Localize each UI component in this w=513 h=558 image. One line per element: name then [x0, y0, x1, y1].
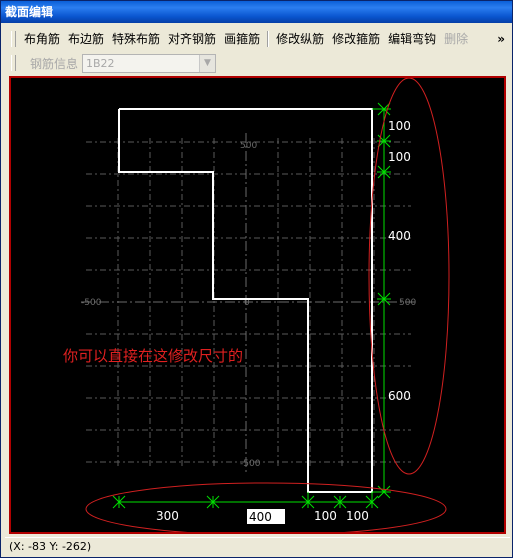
window-title: 截面编辑 [5, 5, 54, 19]
toolbar-grip[interactable] [11, 31, 16, 47]
edit-longitudinal-rebar-button[interactable]: 修改纵筋 [272, 29, 328, 49]
place-side-rebar-button[interactable]: 布边筋 [64, 29, 108, 49]
rebar-info-select[interactable]: 1B22 ▼ [82, 53, 217, 73]
drawing-canvas[interactable]: 500 -500 500 0 -500 100 100 400 600 300 … [9, 76, 506, 534]
rebar-info-toolbar: 钢筋信息 1B22 ▼ [11, 52, 311, 74]
bottom-dimension-input[interactable] [246, 508, 286, 525]
section-drawing[interactable]: 500 -500 500 0 -500 100 100 400 600 300 … [11, 78, 504, 532]
axis-labels: 500 -500 500 0 -500 [81, 141, 416, 469]
main-toolbar: 布角筋 布边筋 特殊布筋 对齐钢筋 画箍筋 修改纵筋 修改箍筋 编辑弯钩 删除 … [11, 28, 507, 50]
toolbar2-grip[interactable] [11, 55, 16, 71]
right-dim-4: 600 [388, 389, 411, 403]
chevron-down-icon[interactable]: ▼ [199, 54, 216, 72]
axis-label-left: -500 [81, 298, 102, 308]
right-dim-2: 100 [388, 150, 411, 164]
bottom-dimension [112, 492, 379, 509]
edit-hook-button[interactable]: 编辑弯钩 [384, 29, 440, 49]
right-dim-3: 400 [388, 229, 411, 243]
bottom-dim-1: 300 [156, 509, 179, 523]
bottom-dim-3: 100 [346, 509, 369, 523]
delete-button[interactable]: 删除 [440, 29, 472, 49]
place-corner-rebar-button[interactable]: 布角筋 [20, 29, 64, 49]
right-dimension-labels: 100 100 400 600 [388, 119, 411, 403]
section-editor-window: 截面编辑 布角筋 布边筋 特殊布筋 对齐钢筋 画箍筋 修改纵筋 修改箍筋 编辑弯… [0, 0, 513, 558]
toolbar-separator [267, 31, 270, 47]
axis-label-right: 500 [399, 298, 416, 308]
rebar-info-value: 1B22 [86, 56, 115, 70]
toolbar-overflow-icon[interactable]: » [497, 32, 507, 46]
rebar-info-label: 钢筋信息 [30, 56, 79, 71]
align-rebar-button[interactable]: 对齐钢筋 [164, 29, 220, 49]
draw-stirrup-button[interactable]: 画箍筋 [220, 29, 264, 49]
right-dim-1: 100 [388, 119, 411, 133]
title-bar: 截面编辑 [1, 1, 512, 23]
cursor-coordinates: (X: -83 Y: -262) [9, 540, 92, 553]
special-rebar-button[interactable]: 特殊布筋 [108, 29, 164, 49]
annotation-text: 你可以直接在这修改尺寸的 [63, 347, 243, 365]
bottom-dim-2: 100 [314, 509, 337, 523]
axis-label-top: 500 [240, 141, 257, 151]
axis-label-bottom: -500 [240, 459, 261, 469]
edit-stirrup-button[interactable]: 修改箍筋 [328, 29, 384, 49]
status-bar: (X: -83 Y: -262) [5, 537, 510, 556]
